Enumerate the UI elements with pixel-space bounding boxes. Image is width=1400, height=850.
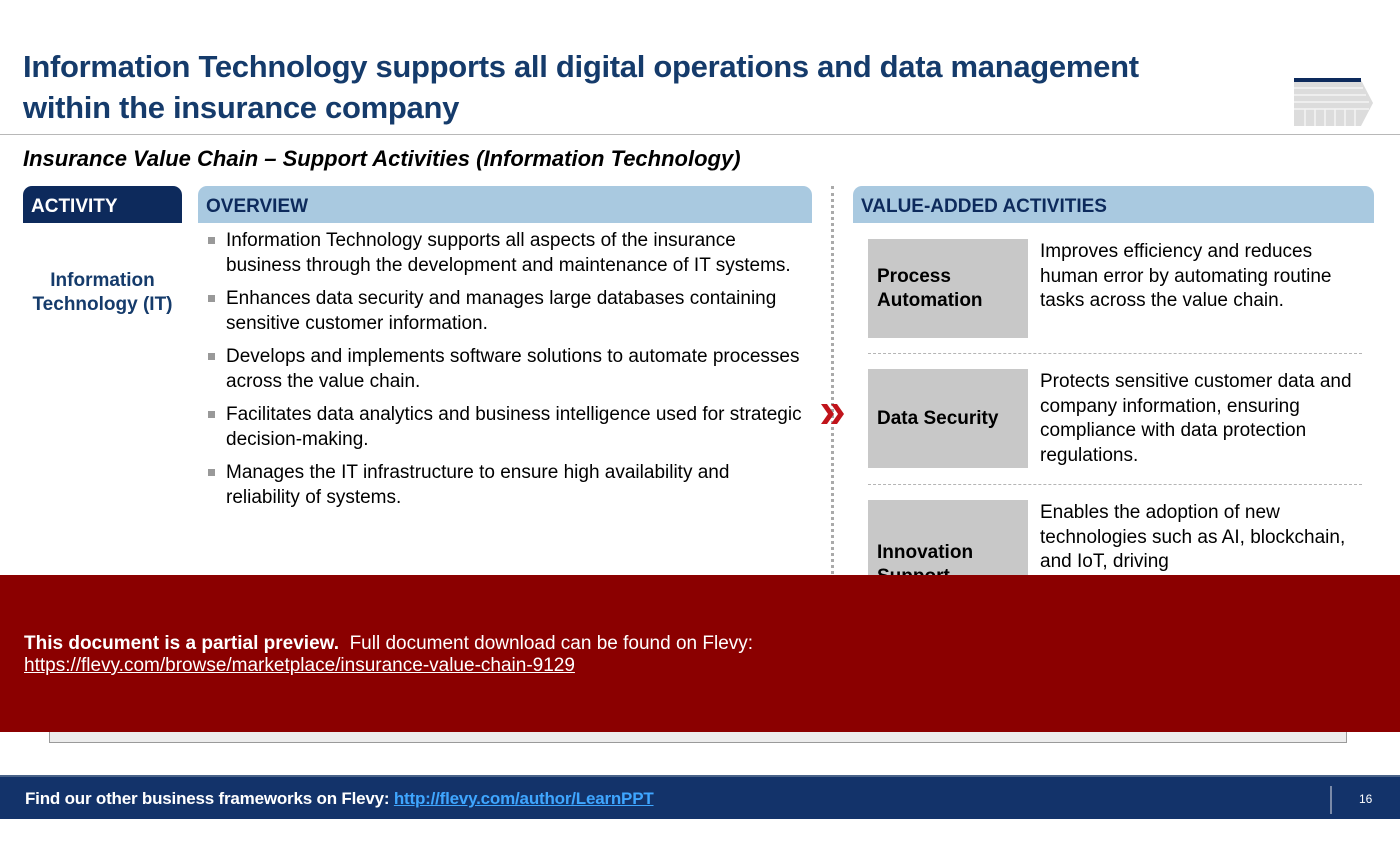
bullet-square-icon [208, 411, 215, 418]
section-subtitle: Insurance Value Chain – Support Activiti… [23, 146, 741, 171]
overview-bullet: Manages the IT infrastructure to ensure … [205, 461, 805, 510]
overview-bullet-text: Enhances data security and manages large… [226, 288, 777, 334]
value-added-column-header: VALUE-ADDED ACTIVITIES [853, 186, 1374, 223]
overview-bullet: Enhances data security and manages large… [205, 287, 805, 336]
value-chain-icon [1294, 78, 1373, 126]
footer-divider [1330, 786, 1332, 814]
bullet-square-icon [208, 237, 215, 244]
row-separator [868, 353, 1362, 354]
activity-column-header: ACTIVITY [23, 186, 182, 223]
page-number: 16 [1359, 792, 1373, 806]
preview-message: This document is a partial preview. Full… [24, 633, 753, 677]
overview-bullet: Develops and implements software solutio… [205, 345, 805, 394]
preview-download-link[interactable]: https://flevy.com/browse/marketplace/ins… [24, 655, 575, 676]
footer-message: Find our other business frameworks on Fl… [25, 789, 654, 809]
overview-bullet: Information Technology supports all aspe… [205, 229, 805, 278]
footer-text: Find our other business frameworks on Fl… [25, 789, 390, 808]
preview-text: Full document download can be found on F… [349, 633, 754, 654]
value-added-description: Enables the adoption of new technologies… [1040, 502, 1346, 572]
overview-bullet-text: Develops and implements software solutio… [226, 346, 800, 392]
overview-bullet-text: Facilitates data analytics and business … [226, 404, 802, 450]
overview-bullet: Facilitates data analytics and business … [205, 403, 805, 452]
overview-column-header: OVERVIEW [198, 186, 812, 223]
double-chevron-right-icon [821, 404, 844, 424]
footer-bar: Find our other business frameworks on Fl… [0, 775, 1400, 819]
footer-author-link[interactable]: http://flevy.com/author/LearnPPT [394, 789, 654, 808]
preview-banner: This document is a partial preview. Full… [0, 575, 1400, 732]
page-title: Information Technology supports all digi… [23, 49, 1139, 125]
bullet-square-icon [208, 295, 215, 302]
overview-list: Information Technology supports all aspe… [205, 229, 805, 519]
row-separator [868, 484, 1362, 485]
column-divider [831, 186, 834, 586]
activity-name: Information Technology (IT) [32, 270, 173, 315]
value-added-description: Protects sensitive customer data and com… [1040, 371, 1352, 466]
preview-bold-text: This document is a partial preview. [24, 633, 339, 654]
overview-bullet-text: Information Technology supports all aspe… [226, 230, 791, 276]
overview-bullet-text: Manages the IT infrastructure to ensure … [226, 462, 730, 508]
title-divider [0, 134, 1400, 135]
value-added-description: Improves efficiency and reduces human er… [1040, 241, 1332, 311]
bullet-square-icon [208, 353, 215, 360]
value-added-label: Process Automation [868, 239, 1028, 338]
value-added-label: Data Security [868, 369, 1028, 468]
bullet-square-icon [208, 469, 215, 476]
